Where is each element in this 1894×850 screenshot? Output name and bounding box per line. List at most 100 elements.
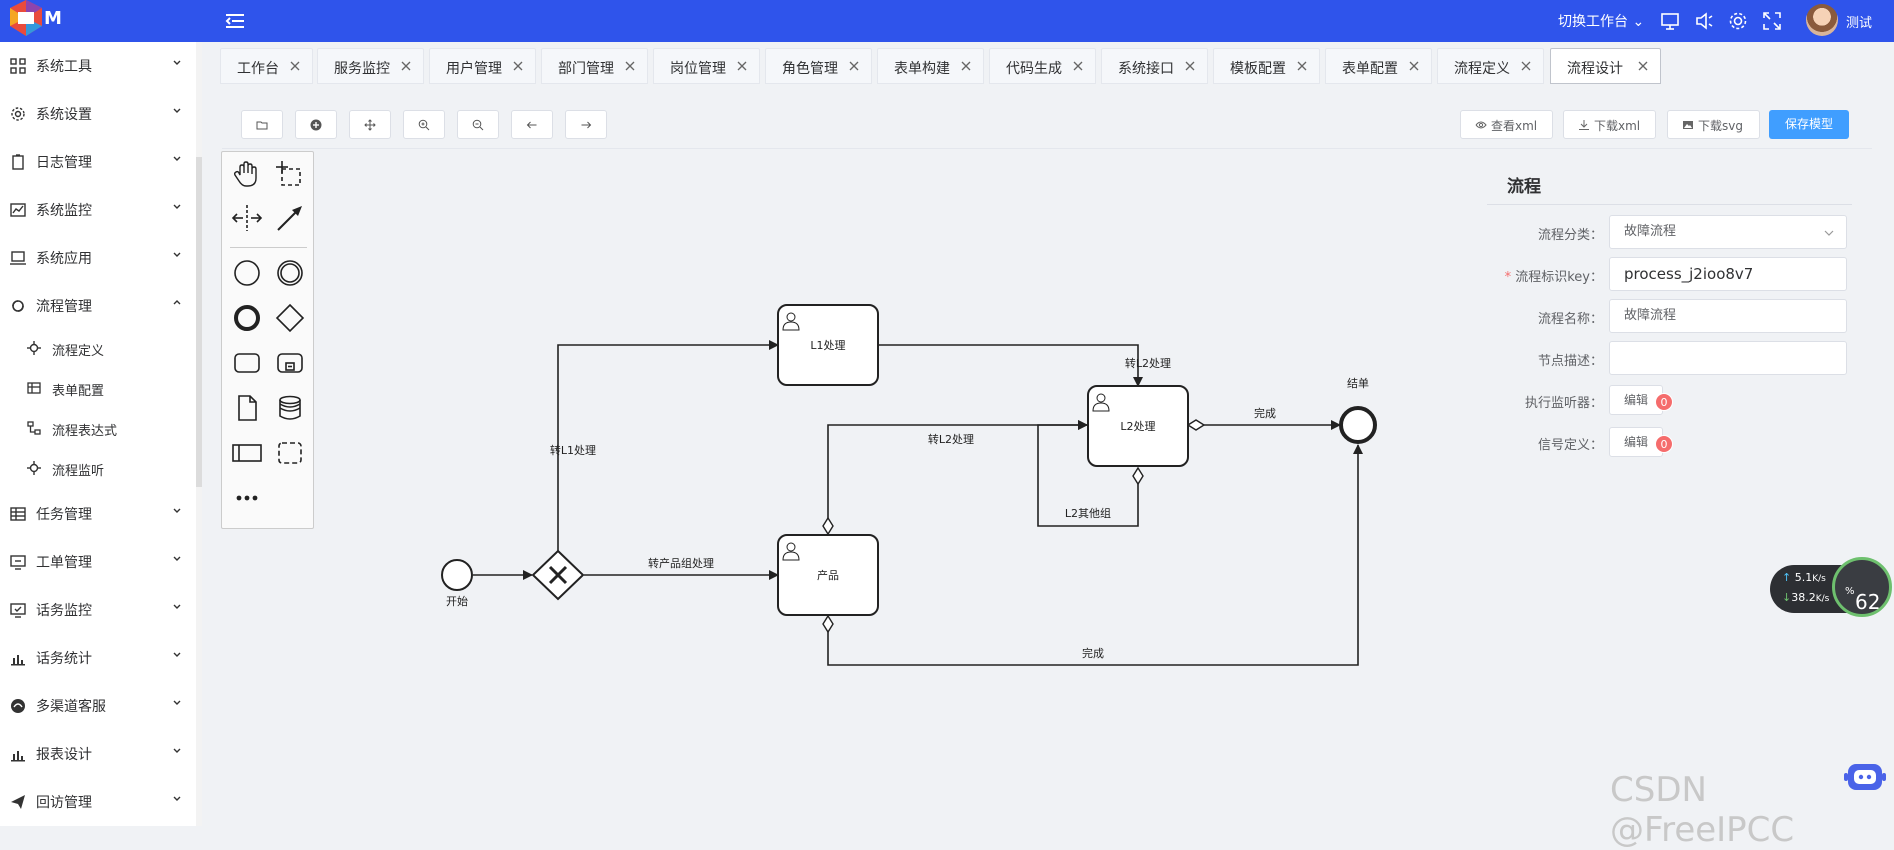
pool-icon[interactable] (231, 437, 263, 469)
lasso-tool-icon[interactable] (274, 159, 306, 191)
close-icon[interactable] (847, 59, 861, 73)
data-store-icon[interactable] (274, 392, 306, 424)
zoom-out-button[interactable] (457, 110, 499, 139)
description-input[interactable] (1609, 341, 1847, 375)
bpmn-canvas[interactable]: 开始 L1处理 L2处理 产品 结单 转L1处理 转产品组处理 转L2处理 转L… (314, 150, 1484, 826)
tab-form-builder[interactable]: 表单构建 (877, 48, 984, 84)
sidebar-item-system-settings[interactable]: 系统设置 (0, 90, 196, 138)
tab-template-config[interactable]: 模板配置 (1213, 48, 1320, 84)
subprocess-icon[interactable] (274, 347, 306, 379)
exclusive-gateway[interactable] (531, 549, 585, 601)
sidebar-item-system-apps[interactable]: 系统应用 (0, 234, 196, 282)
redo-button[interactable] (565, 110, 607, 139)
sidebar-item-call-monitor[interactable]: 话务监控 (0, 586, 196, 634)
cpu-usage-ring[interactable]: 62% (1832, 557, 1892, 617)
close-icon[interactable] (1407, 59, 1421, 73)
download-svg-button[interactable]: 下载svg (1667, 110, 1760, 139)
tab-form-config[interactable]: 表单配置 (1325, 48, 1432, 84)
sidebar-item-system-tools[interactable]: 系统工具 (0, 42, 196, 90)
sidebar-subitem-process-definition[interactable]: 流程定义 (0, 329, 196, 369)
close-icon[interactable] (1183, 59, 1197, 73)
close-icon[interactable] (1636, 59, 1650, 73)
sidebar-item-report-design[interactable]: 报表设计 (0, 730, 196, 778)
close-icon[interactable] (959, 59, 973, 73)
sidebar-item-system-monitor[interactable]: 系统监控 (0, 186, 196, 234)
tab-department-management[interactable]: 部门管理 (541, 48, 648, 84)
end-event[interactable] (1339, 406, 1377, 444)
tab-user-management[interactable]: 用户管理 (429, 48, 536, 84)
gear-icon[interactable] (1727, 10, 1749, 32)
speaker-icon[interactable] (1693, 10, 1715, 32)
close-icon[interactable] (735, 59, 749, 73)
close-icon[interactable] (511, 59, 525, 73)
save-model-button[interactable]: 保存模型 (1769, 110, 1849, 139)
zoom-in-button[interactable] (403, 110, 445, 139)
start-event[interactable] (441, 559, 473, 591)
menu-collapse-icon[interactable] (224, 12, 246, 30)
sidebar-item-ticket-management[interactable]: 工单管理 (0, 538, 196, 586)
tab-process-definition[interactable]: 流程定义 (1437, 48, 1544, 84)
space-tool-icon[interactable] (231, 202, 263, 234)
cpu-percent: 62% (1845, 586, 1881, 614)
close-icon[interactable] (1295, 59, 1309, 73)
screen-icon[interactable] (1659, 10, 1681, 32)
sidebar-item-call-statistics[interactable]: 话务统计 (0, 634, 196, 682)
tab-service-monitor[interactable]: 服务监控 (317, 48, 424, 84)
channel-icon (11, 699, 25, 713)
scrollbar-thumb[interactable] (196, 157, 202, 487)
fit-view-button[interactable] (349, 110, 391, 139)
close-icon[interactable] (288, 59, 302, 73)
tab-role-management[interactable]: 角色管理 (765, 48, 872, 84)
close-icon[interactable] (399, 59, 413, 73)
process-key-input[interactable]: process_j2ioo8v7 (1609, 257, 1847, 291)
open-file-button[interactable] (241, 110, 283, 139)
workspace-switch-dropdown[interactable]: 切换工作台 ⌄ (1558, 11, 1644, 31)
start-event-icon[interactable] (231, 257, 263, 289)
sidebar-item-process-management[interactable]: 流程管理 (0, 282, 196, 330)
sidebar-item-log-management[interactable]: 日志管理 (0, 138, 196, 186)
intermediate-event-icon[interactable] (274, 257, 306, 289)
close-icon[interactable] (1071, 59, 1085, 73)
sidebar-subitem-form-config[interactable]: 表单配置 (0, 369, 196, 409)
download-xml-button[interactable]: 下载xml (1563, 110, 1656, 139)
flow-l1-to-l2[interactable] (878, 344, 1143, 387)
chevron-down-icon (173, 252, 181, 257)
create-new-button[interactable] (295, 110, 337, 139)
more-options-icon[interactable] (231, 482, 263, 514)
connect-tool-icon[interactable] (274, 202, 306, 234)
category-select[interactable]: 故障流程 (1609, 215, 1847, 249)
end-event-icon[interactable] (231, 302, 263, 334)
chatbot-icon[interactable] (1844, 760, 1886, 796)
sidebar-item-multichannel-service[interactable]: 多渠道客服 (0, 682, 196, 730)
sidebar-subitem-process-listener[interactable]: 流程监听 (0, 449, 196, 489)
flow-label-to-product: 转产品组处理 (648, 556, 714, 570)
user-avatar[interactable] (1806, 4, 1838, 36)
undo-button[interactable] (511, 110, 553, 139)
close-icon[interactable] (1519, 59, 1533, 73)
data-object-icon[interactable] (231, 392, 263, 424)
gateway-icon[interactable] (274, 302, 306, 334)
tab-position-management[interactable]: 岗位管理 (653, 48, 760, 84)
view-xml-button[interactable]: 查看xml (1460, 110, 1553, 139)
sidebar-scrollbar[interactable] (196, 42, 202, 826)
username[interactable]: 测试 (1846, 12, 1872, 31)
process-name-input[interactable]: 故障流程 (1609, 299, 1847, 333)
group-icon[interactable] (274, 437, 306, 469)
tab-workbench[interactable]: 工作台 (220, 48, 313, 84)
hand-tool-icon[interactable] (231, 159, 263, 191)
fullscreen-icon[interactable] (1761, 10, 1783, 32)
signal-count-badge: 0 (1655, 435, 1673, 453)
task-icon[interactable] (231, 347, 263, 379)
properties-panel: 流程 流程分类： 故障流程 * 流程标识key： process_j2ioo8v… (1487, 160, 1852, 480)
sidebar-item-label: 工单管理 (36, 555, 92, 571)
tab-code-generator[interactable]: 代码生成 (989, 48, 1096, 84)
close-icon[interactable] (623, 59, 637, 73)
tab-system-api[interactable]: 系统接口 (1101, 48, 1208, 84)
tab-process-design[interactable]: 流程设计 (1550, 48, 1661, 84)
arrow-left-icon (526, 121, 537, 128)
grid-icon (10, 58, 26, 74)
sidebar-item-task-management[interactable]: 任务管理 (0, 490, 196, 538)
sidebar-subitem-process-expression[interactable]: 流程表达式 (0, 409, 196, 449)
sidebar-item-callback-management[interactable]: 回访管理 (0, 778, 196, 826)
flow-product-done[interactable] (827, 444, 1363, 666)
